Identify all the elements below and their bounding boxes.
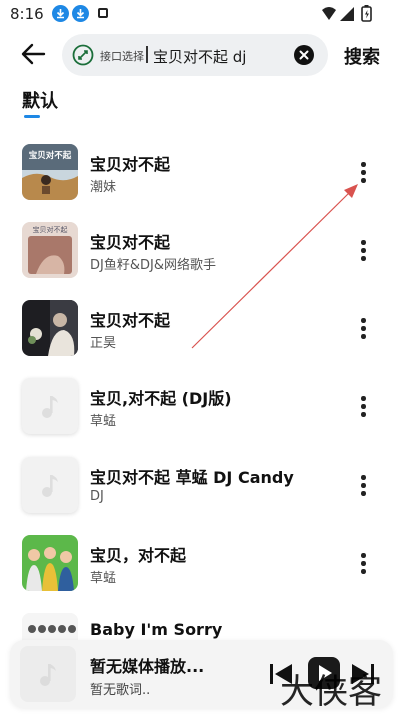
album-cover: [22, 300, 78, 356]
song-title: 宝贝,对不起 (DJ版): [90, 389, 232, 408]
list-item[interactable]: 宝贝,对不起 (DJ版) 草蜢: [0, 378, 403, 456]
more-vertical-icon[interactable]: [355, 394, 371, 418]
music-note-icon: [42, 396, 58, 418]
list-item[interactable]: 宝贝对不起 宝贝对不起 DJ鱼籽&DJ&网络歌手: [0, 222, 403, 300]
square-icon: [98, 8, 108, 18]
status-bar: 8:16: [0, 0, 403, 28]
download-icon: [72, 5, 89, 22]
album-cover: 宝贝对不起: [22, 222, 78, 278]
song-title: 宝贝对不起 草蜢 DJ Candy: [90, 468, 294, 487]
cover-title: 宝贝对不起: [33, 225, 68, 234]
song-title: 宝贝对不起: [90, 155, 171, 174]
search-separator: [146, 46, 148, 63]
more-vertical-icon[interactable]: [355, 551, 371, 575]
more-vertical-icon[interactable]: [355, 160, 371, 184]
search-button[interactable]: 搜索: [344, 43, 380, 69]
back-arrow-icon[interactable]: [20, 42, 48, 66]
search-input[interactable]: 宝贝对不起 dj: [153, 46, 246, 67]
battery-icon: [361, 5, 372, 22]
song-title: Baby I'm Sorry: [90, 620, 223, 639]
more-vertical-icon[interactable]: [355, 473, 371, 497]
tab-indicator: [24, 115, 40, 118]
player-title: 暂无媒体播放...: [90, 657, 205, 676]
more-vertical-icon[interactable]: [355, 238, 371, 262]
list-item[interactable]: 宝贝对不起 宝贝对不起 潮妹: [0, 144, 403, 222]
clear-icon[interactable]: [294, 45, 314, 65]
interface-icon[interactable]: [72, 44, 94, 66]
list-item[interactable]: 宝贝对不起 正昊: [0, 300, 403, 378]
song-artist: DJ鱼籽&DJ&网络歌手: [90, 258, 216, 273]
song-title: 宝贝对不起: [90, 233, 171, 252]
song-artist: 草蜢: [90, 414, 117, 429]
song-artist: DJ: [90, 489, 104, 504]
cover-title: 宝贝对不起: [29, 150, 72, 161]
signal-icon: [340, 7, 354, 21]
song-title: 宝贝对不起: [90, 311, 171, 330]
interface-select-label[interactable]: 接口选择: [100, 48, 144, 64]
song-artist: 潮妹: [90, 180, 117, 195]
status-indicators: [321, 5, 377, 27]
song-title: 宝贝，对不起: [90, 546, 187, 565]
music-note-icon: [40, 664, 56, 686]
more-vertical-icon[interactable]: [355, 316, 371, 340]
search-row: 接口选择 宝贝对不起 dj 搜索: [0, 30, 403, 78]
music-note-icon: [42, 475, 58, 497]
download-icon: [52, 5, 69, 22]
list-item[interactable]: 宝贝对不起 草蜢 DJ Candy DJ: [0, 457, 403, 535]
player-lyrics: 暂无歌词..: [90, 683, 151, 698]
search-box[interactable]: 接口选择 宝贝对不起 dj: [62, 34, 328, 76]
player-cover: [20, 646, 76, 702]
album-cover: [22, 535, 78, 591]
wifi-icon: [322, 7, 336, 20]
album-cover: [22, 378, 78, 434]
song-artist: 草蜢: [90, 571, 117, 586]
tab-default[interactable]: 默认: [22, 87, 58, 113]
status-time: 8:16: [10, 5, 44, 23]
album-cover: 宝贝对不起: [22, 144, 78, 200]
watermark: 大侠客: [280, 672, 382, 712]
song-artist: 正昊: [90, 336, 117, 351]
list-item[interactable]: 宝贝，对不起 草蜢: [0, 535, 403, 613]
album-cover: [22, 457, 78, 513]
